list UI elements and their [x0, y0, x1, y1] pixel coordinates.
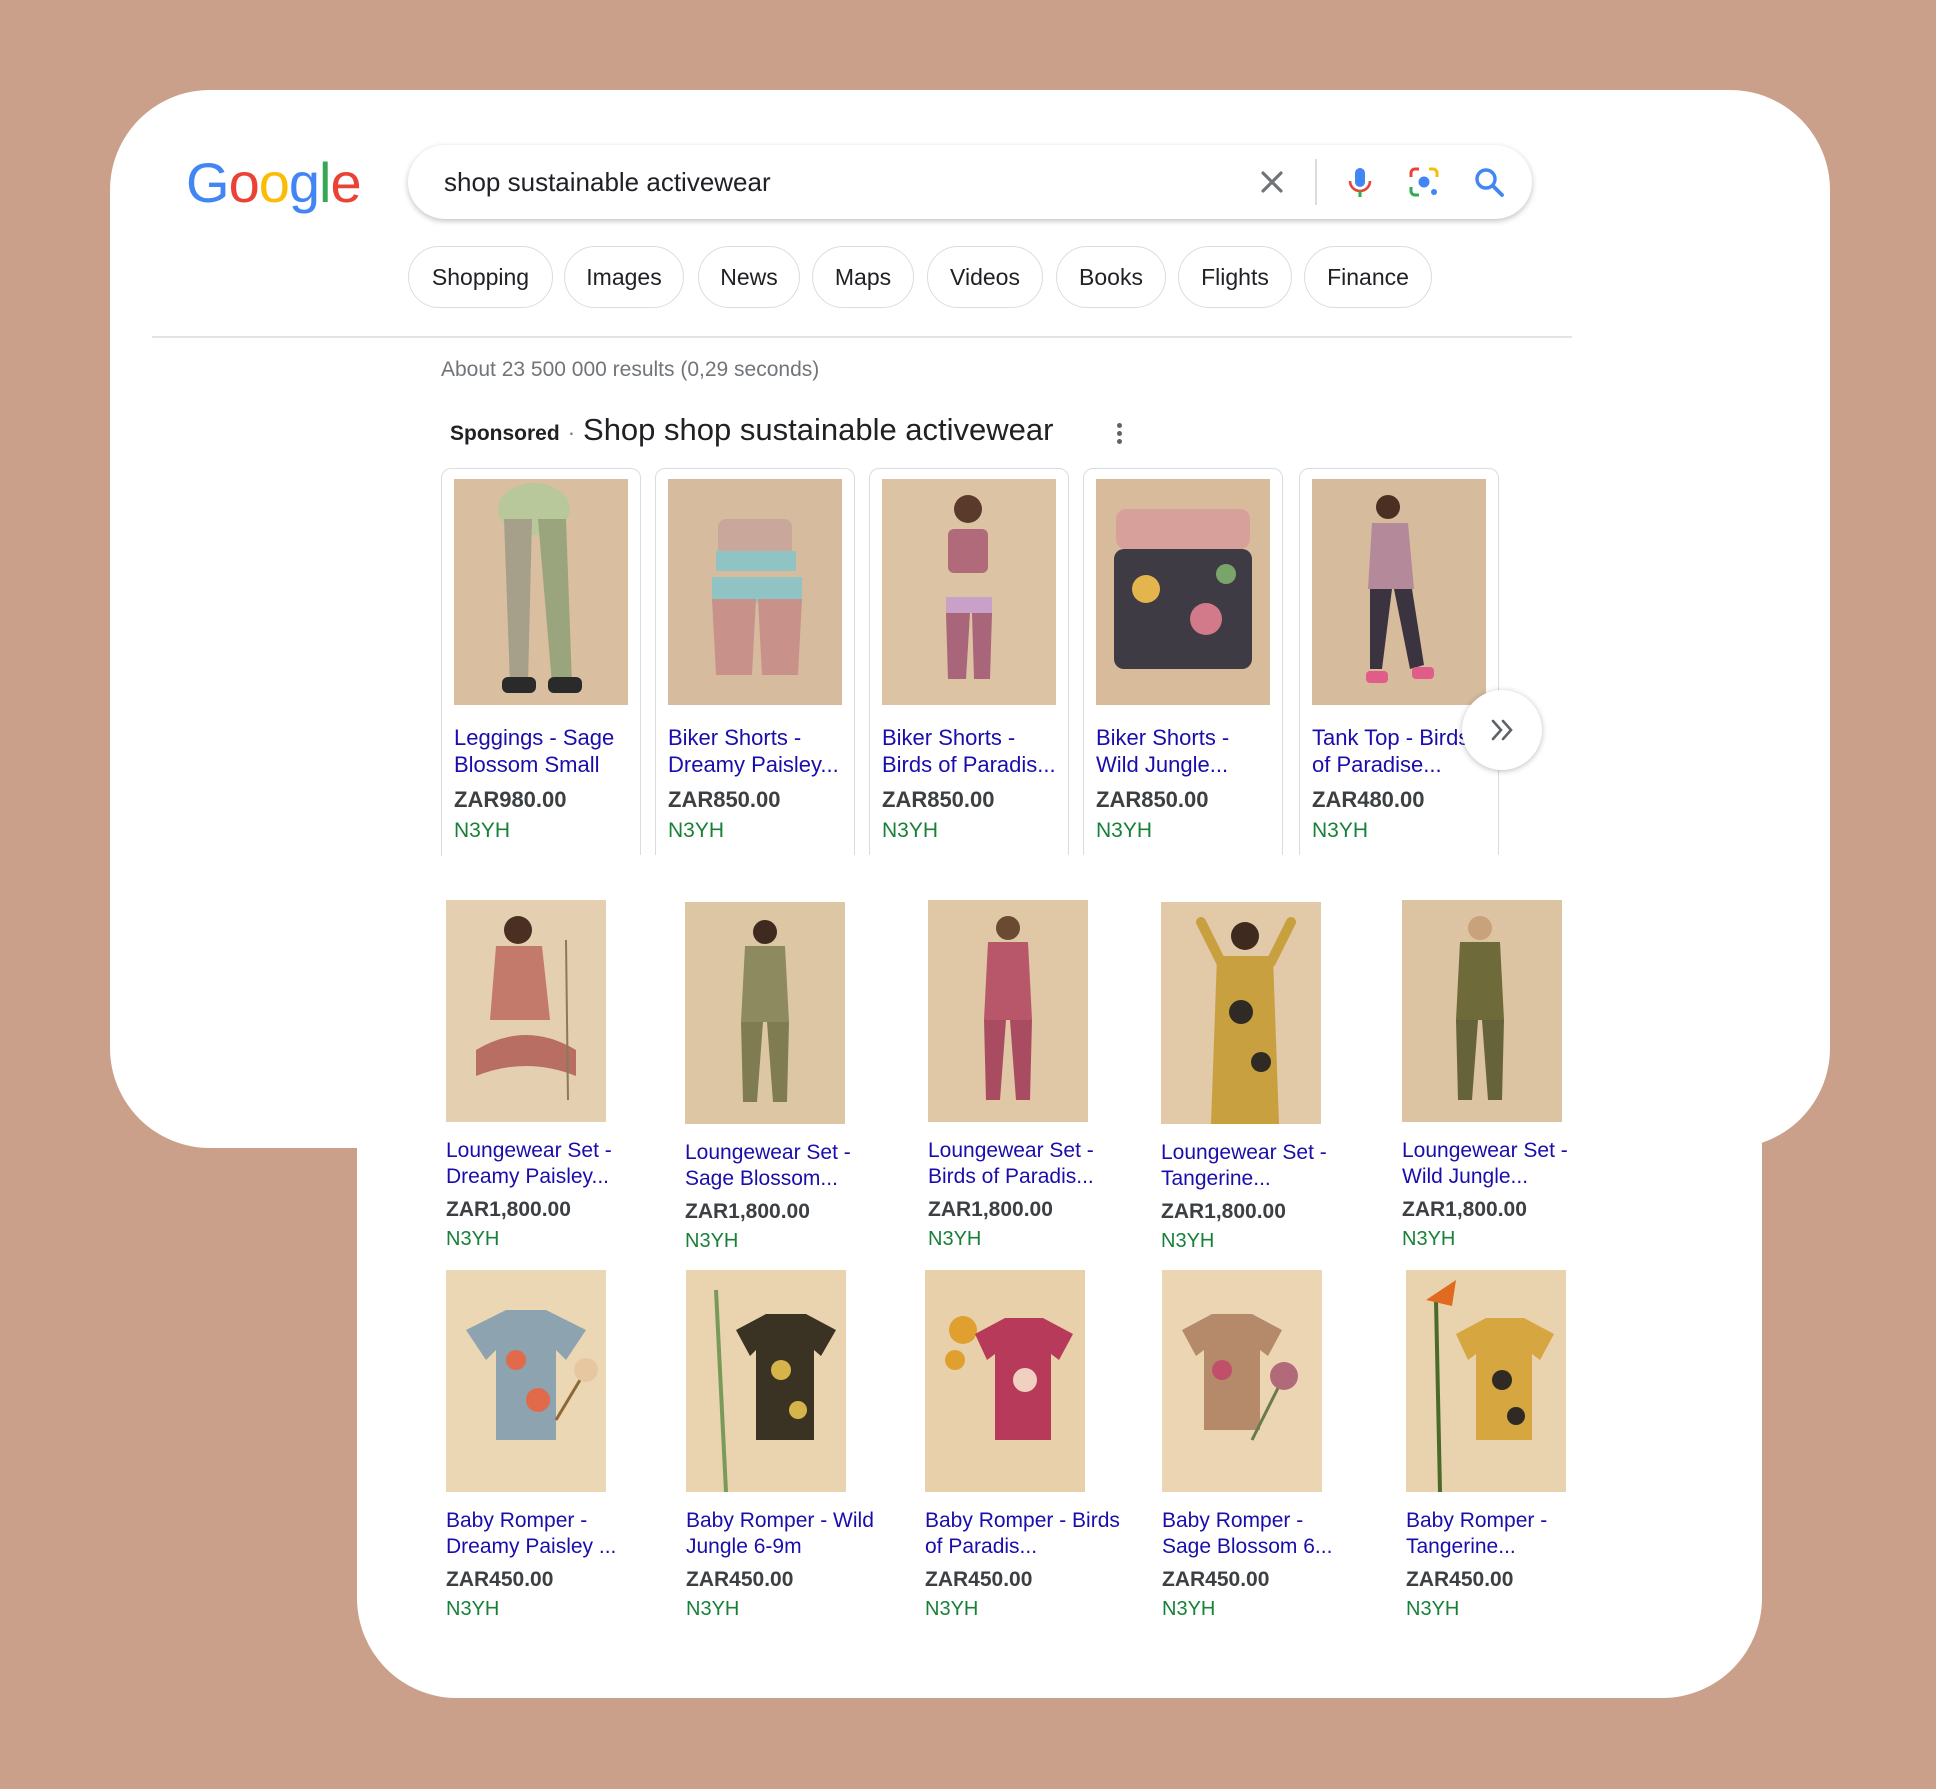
chip-videos[interactable]: Videos — [927, 246, 1043, 308]
product-price: ZAR1,800.00 — [1402, 1198, 1527, 1221]
product-name[interactable]: Loungewear Set - Dreamy Paisley... — [446, 1138, 642, 1192]
chip-books[interactable]: Books — [1056, 246, 1166, 308]
sponsored-label: Sponsored — [450, 422, 560, 445]
chip-shopping[interactable]: Shopping — [408, 246, 553, 308]
product-name[interactable]: Biker Shorts - Wild Jungle... — [1096, 724, 1276, 780]
google-logo[interactable]: Google — [186, 150, 362, 215]
product-image — [1406, 1270, 1566, 1492]
product-image — [685, 902, 845, 1124]
chip-images[interactable]: Images — [564, 246, 684, 308]
product-image — [928, 900, 1088, 1122]
product-name[interactable]: Loungewear Set - Tangerine... — [1161, 1140, 1357, 1194]
header-divider — [152, 336, 1572, 338]
sponsored-title: Shop shop sustainable activewear — [583, 412, 1054, 447]
product-price: ZAR850.00 — [882, 787, 995, 812]
product-name[interactable]: Biker Shorts - Dreamy Paisley... — [668, 724, 848, 780]
product-seller: N3YH — [1406, 1598, 1460, 1620]
product-card[interactable]: Tank Top - Birds of Paradise... ZAR480.0… — [1299, 468, 1499, 866]
clear-icon[interactable] — [1253, 163, 1291, 201]
product-card[interactable]: Biker Shorts - Wild Jungle... ZAR850.00 … — [1083, 468, 1283, 866]
search-icon[interactable] — [1470, 163, 1508, 201]
product-image — [1312, 479, 1486, 705]
product-seller: N3YH — [1312, 819, 1369, 842]
product-seller: N3YH — [882, 819, 939, 842]
lens-icon[interactable] — [1405, 163, 1443, 201]
carousel-next-button[interactable] — [1462, 690, 1542, 770]
product-card[interactable]: Biker Shorts - Dreamy Paisley... ZAR850.… — [655, 468, 855, 866]
product-image — [1096, 479, 1270, 705]
product-image — [446, 1270, 606, 1492]
product-name[interactable]: Loungewear Set - Wild Jungle... — [1402, 1138, 1598, 1192]
product-price: ZAR450.00 — [1406, 1568, 1514, 1591]
product-image — [925, 1270, 1085, 1492]
product-image — [686, 1270, 846, 1492]
product-seller: N3YH — [446, 1598, 500, 1620]
product-price: ZAR1,800.00 — [685, 1200, 810, 1223]
product-card[interactable]: Leggings - Sage Blossom Small ZAR980.00 … — [441, 468, 641, 866]
product-name[interactable]: Biker Shorts - Birds of Paradis... — [882, 724, 1062, 780]
product-seller: N3YH — [668, 819, 725, 842]
product-price: ZAR1,800.00 — [1161, 1200, 1286, 1223]
product-price: ZAR980.00 — [454, 787, 567, 812]
product-price: ZAR1,800.00 — [446, 1198, 571, 1221]
product-image — [1161, 902, 1321, 1124]
product-price: ZAR450.00 — [1162, 1568, 1270, 1591]
chip-news[interactable]: News — [698, 246, 800, 308]
product-name[interactable]: Leggings - Sage Blossom Small — [454, 724, 634, 780]
product-image — [668, 479, 842, 705]
product-name[interactable]: Baby Romper - Tangerine... — [1406, 1508, 1602, 1562]
product-seller: N3YH — [1161, 1230, 1215, 1252]
product-image — [1402, 900, 1562, 1122]
product-seller: N3YH — [686, 1598, 740, 1620]
chip-maps[interactable]: Maps — [812, 246, 914, 308]
product-price: ZAR1,800.00 — [928, 1198, 1053, 1221]
product-seller: N3YH — [454, 819, 511, 842]
product-name[interactable]: Baby Romper - Birds of Paradis... — [925, 1508, 1121, 1562]
microphone-icon[interactable] — [1341, 163, 1379, 201]
product-card[interactable]: Biker Shorts - Birds of Paradis... ZAR85… — [869, 468, 1069, 866]
search-input[interactable] — [442, 161, 1226, 203]
product-seller: N3YH — [446, 1228, 500, 1250]
product-image — [454, 479, 628, 705]
search-box — [408, 145, 1532, 219]
sponsored-header: Sponsored · Shop shop sustainable active… — [450, 412, 1053, 448]
product-seller: N3YH — [1162, 1598, 1216, 1620]
product-seller: N3YH — [685, 1230, 739, 1252]
product-name[interactable]: Baby Romper - Dreamy Paisley ... — [446, 1508, 642, 1562]
product-price: ZAR850.00 — [668, 787, 781, 812]
more-options-icon[interactable] — [1112, 420, 1126, 450]
product-price: ZAR450.00 — [686, 1568, 794, 1591]
double-chevron-right-icon — [1491, 719, 1513, 741]
product-name[interactable]: Loungewear Set - Sage Blossom... — [685, 1140, 881, 1194]
product-name[interactable]: Loungewear Set - Birds of Paradis... — [928, 1138, 1124, 1192]
product-name[interactable]: Baby Romper - Wild Jungle 6-9m — [686, 1508, 882, 1562]
product-seller: N3YH — [1096, 819, 1153, 842]
search-divider — [1315, 159, 1317, 205]
product-price: ZAR450.00 — [925, 1568, 1033, 1591]
product-seller: N3YH — [925, 1598, 979, 1620]
result-stats: About 23 500 000 results (0,29 seconds) — [441, 358, 820, 381]
product-price: ZAR850.00 — [1096, 787, 1209, 812]
product-name[interactable]: Baby Romper - Sage Blossom 6... — [1162, 1508, 1358, 1562]
product-price: ZAR450.00 — [446, 1568, 554, 1591]
chip-finance[interactable]: Finance — [1304, 246, 1432, 308]
product-seller: N3YH — [1402, 1228, 1456, 1250]
product-image — [882, 479, 1056, 705]
product-image — [446, 900, 606, 1122]
sponsored-separator: · — [567, 420, 576, 445]
product-seller: N3YH — [928, 1228, 982, 1250]
product-price: ZAR480.00 — [1312, 787, 1425, 812]
product-image — [1162, 1270, 1322, 1492]
chip-flights[interactable]: Flights — [1178, 246, 1292, 308]
